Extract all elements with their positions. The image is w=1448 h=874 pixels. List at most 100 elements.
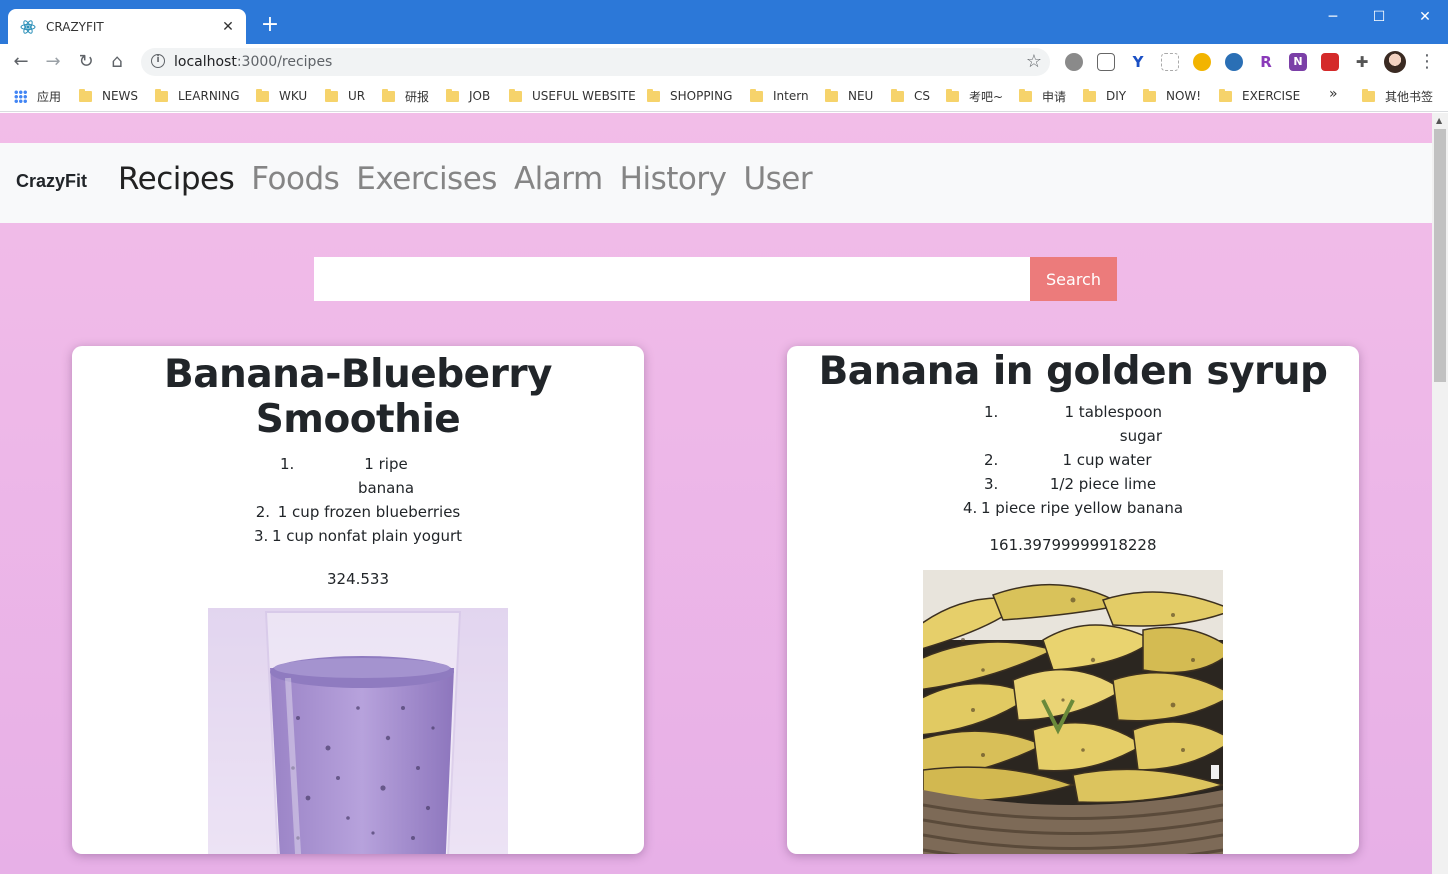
smoothie-photo bbox=[208, 608, 508, 854]
profile-avatar[interactable] bbox=[1384, 51, 1406, 73]
browser-toolbar: ← → ↻ ⌂ i localhost:3000/recipes ☆ Y R N… bbox=[0, 44, 1448, 80]
bookmark-folder[interactable]: DIY bbox=[1083, 87, 1126, 105]
ingredient-item: 4. 1 piece ripe yellow banana bbox=[787, 496, 1359, 520]
bookmark-label: 研报 bbox=[405, 89, 430, 104]
url-text[interactable]: localhost:3000/recipes bbox=[174, 54, 332, 70]
bookmark-label: USEFUL WEBSITE bbox=[532, 89, 636, 103]
page-content: CrazyFit Recipes Foods Exercises Alarm H… bbox=[0, 113, 1432, 874]
bookmark-label: SHOPPING bbox=[670, 89, 733, 103]
url-host: localhost bbox=[174, 54, 237, 70]
bookmark-label: NOW! bbox=[1166, 89, 1202, 103]
recipe-card[interactable]: Banana-Blueberry Smoothie 1. 1 ripe banan… bbox=[72, 346, 644, 854]
bookmark-folder[interactable]: NEU bbox=[825, 87, 873, 105]
bookmark-label: DIY bbox=[1106, 89, 1127, 103]
ingredient-item: 3. 1 cup nonfat plain yogurt bbox=[72, 524, 644, 548]
extension-globe-icon[interactable] bbox=[1065, 53, 1083, 71]
bookmark-star-icon[interactable]: ☆ bbox=[1026, 51, 1042, 72]
extension-onenote-icon[interactable]: N bbox=[1289, 53, 1307, 71]
bookmarks-bar: 应用 NEWS LEARNING WKU UR 研报 JOB USEFUL WE… bbox=[0, 80, 1448, 112]
apps-grid-icon bbox=[14, 89, 27, 103]
bookmark-folder[interactable]: USEFUL WEBSITE bbox=[509, 87, 636, 105]
extension-red-icon[interactable] bbox=[1321, 53, 1339, 71]
back-arrow-icon[interactable]: ← bbox=[10, 51, 32, 73]
browser-tab[interactable]: CRAZYFIT ✕ bbox=[8, 9, 246, 44]
bookmark-other-folder[interactable]: 其他书签 bbox=[1362, 87, 1433, 105]
search-input[interactable] bbox=[314, 257, 1030, 301]
bookmark-label: 申请 bbox=[1042, 89, 1067, 104]
bookmark-folder[interactable]: CS bbox=[891, 87, 930, 105]
bookmark-label: Intern bbox=[773, 89, 809, 103]
ingredient-item: 3. 1/2 piece lime bbox=[787, 472, 1359, 496]
folder-icon bbox=[1362, 88, 1375, 102]
folder-icon bbox=[446, 88, 459, 102]
forward-arrow-icon[interactable]: → bbox=[42, 51, 64, 73]
nav-alarm[interactable]: Alarm bbox=[514, 161, 603, 197]
ingredient-item: 1. 1 ripe banana bbox=[72, 452, 644, 500]
ingredient-text: 1 cup nonfat plain yogurt bbox=[271, 527, 463, 545]
recipe-calories: 161.39799999918228 bbox=[989, 536, 1157, 554]
extension-r-icon[interactable]: R bbox=[1257, 53, 1275, 71]
bookmark-folder[interactable]: 考吧~ bbox=[946, 87, 1003, 105]
scroll-up-icon[interactable]: ▲ bbox=[1436, 116, 1442, 125]
extension-shield-icon[interactable] bbox=[1097, 53, 1115, 71]
bookmark-folder[interactable]: NEWS bbox=[79, 87, 138, 105]
bookmark-folder[interactable]: 研报 bbox=[382, 87, 429, 105]
extension-v-icon[interactable]: Y bbox=[1129, 53, 1147, 71]
page-scrollbar[interactable]: ▲ bbox=[1432, 113, 1448, 874]
extensions-puzzle-icon[interactable]: ✚ bbox=[1353, 53, 1371, 71]
info-icon[interactable]: i bbox=[151, 54, 165, 68]
ingredient-text: 1 piece ripe yellow banana bbox=[980, 499, 1184, 517]
nav-user[interactable]: User bbox=[743, 161, 812, 197]
app-navbar: CrazyFit Recipes Foods Exercises Alarm H… bbox=[0, 143, 1432, 223]
bookmark-label: 应用 bbox=[37, 89, 62, 104]
reload-icon[interactable]: ↻ bbox=[75, 51, 97, 73]
bookmark-label: UR bbox=[348, 89, 366, 103]
nav-exercises[interactable]: Exercises bbox=[356, 161, 497, 197]
browser-titlebar: CRAZYFIT ✕ + ─ ☐ ✕ bbox=[0, 0, 1448, 44]
window-close-icon[interactable]: ✕ bbox=[1410, 6, 1440, 28]
extension-frame-icon[interactable] bbox=[1161, 53, 1179, 71]
tab-title: CRAZYFIT bbox=[46, 19, 104, 34]
folder-icon bbox=[509, 88, 522, 102]
bookmark-folder[interactable]: NOW! bbox=[1143, 87, 1201, 105]
nav-history[interactable]: History bbox=[620, 161, 727, 197]
ingredient-number: 3. bbox=[253, 527, 269, 545]
folder-icon bbox=[946, 88, 959, 102]
maximize-icon[interactable]: ☐ bbox=[1364, 6, 1394, 28]
bookmark-folder[interactable]: 申请 bbox=[1019, 87, 1066, 105]
nav-recipes[interactable]: Recipes bbox=[118, 161, 235, 197]
home-icon[interactable]: ⌂ bbox=[106, 51, 128, 73]
ingredient-number: 2. bbox=[255, 503, 271, 521]
bookmark-folder[interactable]: UR bbox=[325, 87, 365, 105]
bookmark-label: EXERCISE bbox=[1242, 89, 1301, 103]
scroll-thumb[interactable] bbox=[1434, 129, 1446, 382]
bookmark-label: WKU bbox=[279, 89, 308, 103]
minimize-icon[interactable]: ─ bbox=[1318, 6, 1348, 28]
bookmark-apps[interactable]: 应用 bbox=[14, 87, 61, 105]
new-tab-icon[interactable]: + bbox=[259, 14, 281, 36]
bookmark-label: JOB bbox=[469, 89, 491, 103]
bookmark-folder[interactable]: LEARNING bbox=[155, 87, 240, 105]
bookmark-folder[interactable]: JOB bbox=[446, 87, 490, 105]
ingredient-number: 1. bbox=[984, 403, 999, 421]
search-button[interactable]: Search bbox=[1030, 257, 1117, 301]
recipe-card[interactable]: Banana in golden syrup 1. 1 tablespoon su… bbox=[787, 346, 1359, 854]
brand-logo[interactable]: CrazyFit bbox=[16, 171, 87, 192]
ingredient-item: 2. 1 cup water bbox=[787, 448, 1359, 472]
bookmarks-overflow-icon[interactable]: » bbox=[1329, 86, 1338, 102]
bookmark-folder[interactable]: WKU bbox=[256, 87, 307, 105]
bookmark-label: CS bbox=[914, 89, 930, 103]
folder-icon bbox=[750, 88, 763, 102]
folder-icon bbox=[647, 88, 660, 102]
tab-close-icon[interactable]: ✕ bbox=[220, 19, 236, 35]
nav-foods[interactable]: Foods bbox=[251, 161, 340, 197]
extension-sync-icon[interactable] bbox=[1193, 53, 1211, 71]
menu-dots-icon[interactable]: ⋮ bbox=[1418, 51, 1436, 73]
extension-earth-icon[interactable] bbox=[1225, 53, 1243, 71]
folder-icon bbox=[1143, 88, 1156, 102]
bookmark-folder[interactable]: Intern bbox=[750, 87, 809, 105]
bookmark-folder[interactable]: EXERCISE bbox=[1219, 87, 1300, 105]
ingredient-number: 1. bbox=[280, 455, 295, 473]
bookmark-folder[interactable]: SHOPPING bbox=[647, 87, 732, 105]
address-bar[interactable]: i localhost:3000/recipes ☆ bbox=[141, 48, 1050, 76]
